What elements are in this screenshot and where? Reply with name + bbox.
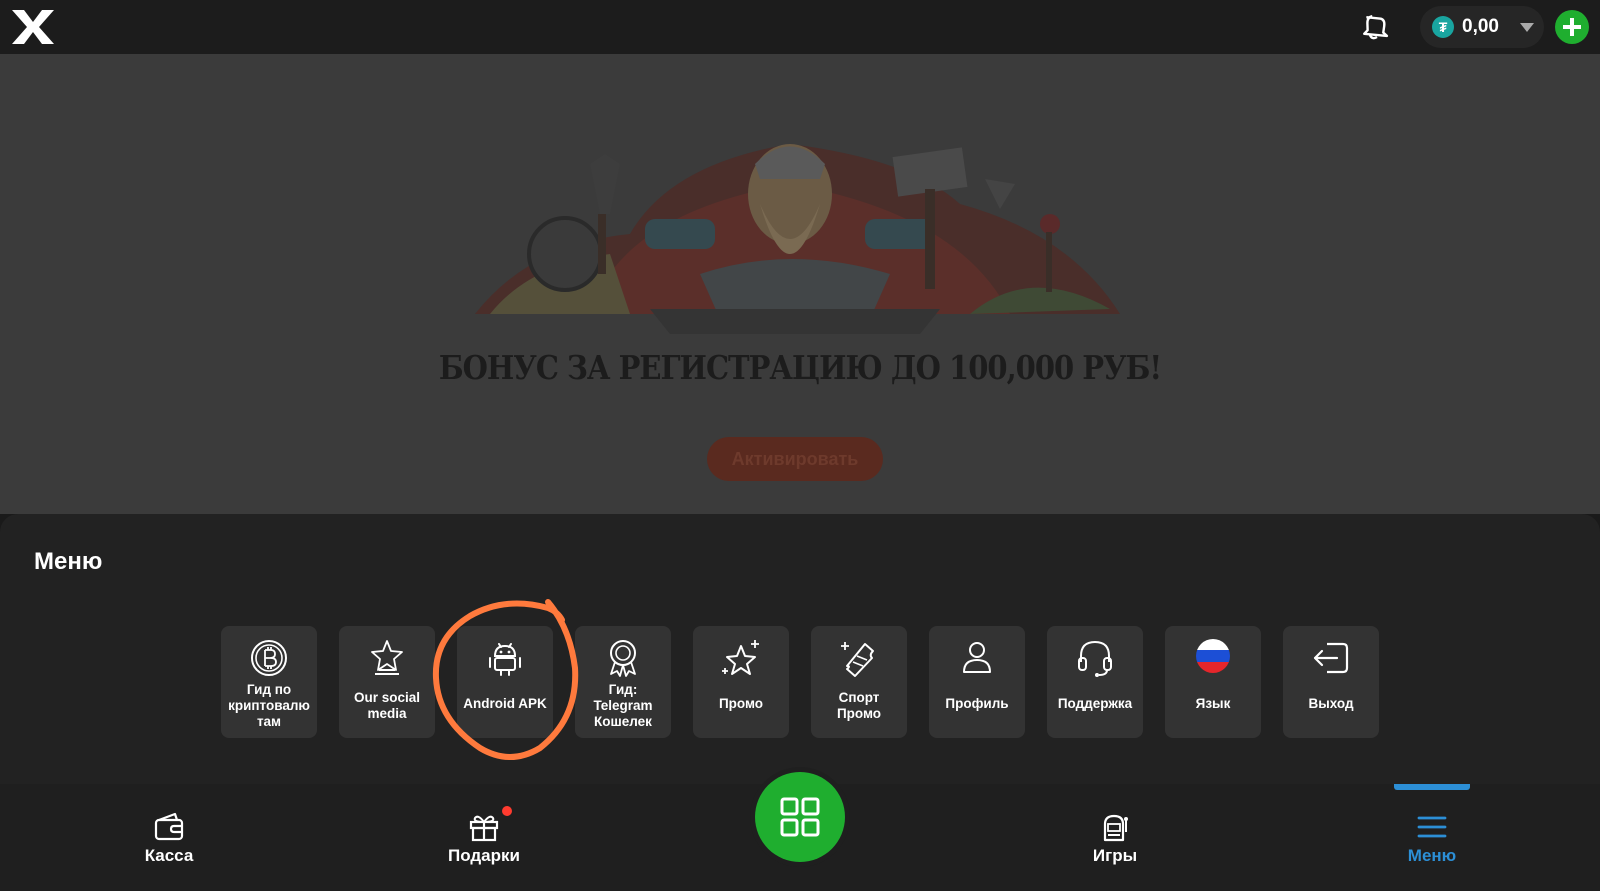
award-badge-icon xyxy=(610,640,636,677)
nav-gifts[interactable]: Подарки xyxy=(424,784,544,891)
menu-sheet: Меню Гид по криптовалю там Our social me… xyxy=(0,514,1600,784)
wallet-icon xyxy=(154,812,184,841)
promo-title: БОНУС ЗА РЕГИСТРАЦИЮ ДО 100,000 РУБ! xyxy=(438,348,1162,388)
slot-machine-icon xyxy=(1103,814,1128,842)
nav-menu[interactable]: Меню xyxy=(1372,784,1492,891)
android-icon xyxy=(489,643,521,676)
star-trophy-icon xyxy=(371,640,403,675)
menu-item-label: Our social media xyxy=(353,690,421,721)
gift-icon xyxy=(469,815,499,842)
logo-x-icon[interactable] xyxy=(10,8,56,46)
tether-icon: ₮ xyxy=(1432,16,1454,38)
all-games-grid-button[interactable] xyxy=(755,772,845,862)
russia-flag-icon xyxy=(1196,639,1230,673)
menu-item-sport-promo[interactable]: Спорт Промо xyxy=(811,626,907,738)
menu-item-label: Гид: Telegram Кошелек xyxy=(593,682,653,729)
user-icon xyxy=(963,642,991,673)
bell-icon[interactable] xyxy=(1358,10,1390,42)
balance-value: 0,00 xyxy=(1462,16,1499,37)
activate-button[interactable]: Активировать xyxy=(707,437,883,481)
logout-icon xyxy=(1313,642,1349,674)
menu-item-promo[interactable]: Промо xyxy=(693,626,789,738)
menu-item-label: Гид по криптовалю там xyxy=(228,682,310,729)
menu-item-crypto-guide[interactable]: Гид по криптовалю там xyxy=(221,626,317,738)
menu-item-language[interactable]: Язык xyxy=(1165,626,1261,738)
nav-label: Меню xyxy=(1407,846,1457,865)
nav-games[interactable]: Игры xyxy=(1055,784,1175,891)
hamburger-menu-icon xyxy=(1417,816,1447,838)
grid-icon xyxy=(780,797,820,837)
top-bar: ₮ 0,00 xyxy=(0,0,1600,54)
menu-item-telegram-wallet-guide[interactable]: Гид: Telegram Кошелек xyxy=(575,626,671,738)
sparkle-star-icon xyxy=(722,640,759,675)
promo-banner: БОНУС ЗА РЕГИСТРАЦИЮ ДО 100,000 РУБ! Акт… xyxy=(0,54,1600,514)
headset-icon xyxy=(1078,640,1112,677)
menu-item-label: Выход xyxy=(1308,696,1354,711)
nav-cashier[interactable]: Касса xyxy=(109,784,229,891)
menu-item-profile[interactable]: Профиль xyxy=(929,626,1025,738)
menu-item-label: Android APK xyxy=(463,696,547,711)
plus-icon[interactable] xyxy=(1555,10,1589,44)
ticket-icon xyxy=(841,642,874,677)
menu-item-android-apk[interactable]: Android APK xyxy=(457,626,553,738)
menu-item-support[interactable]: Поддержка xyxy=(1047,626,1143,738)
menu-item-label: Профиль xyxy=(945,696,1009,711)
balance-selector[interactable]: ₮ 0,00 xyxy=(1420,6,1544,48)
bitcoin-icon xyxy=(251,640,287,676)
viking-blacksmith-illustration xyxy=(475,144,1120,334)
menu-item-logout[interactable]: Выход xyxy=(1283,626,1379,738)
menu-item-social-media[interactable]: Our social media xyxy=(339,626,435,738)
menu-item-label: Язык xyxy=(1195,696,1231,711)
menu-item-label: Поддержка xyxy=(1057,696,1133,711)
menu-title: Меню xyxy=(34,548,103,575)
menu-item-label: Спорт Промо xyxy=(836,690,882,721)
nav-label: Касса xyxy=(144,846,194,865)
nav-label: Подарки xyxy=(448,846,520,865)
chevron-down-icon xyxy=(1520,23,1534,32)
nav-label: Игры xyxy=(1092,846,1138,865)
notification-badge xyxy=(502,806,512,816)
menu-item-label: Промо xyxy=(718,696,764,711)
